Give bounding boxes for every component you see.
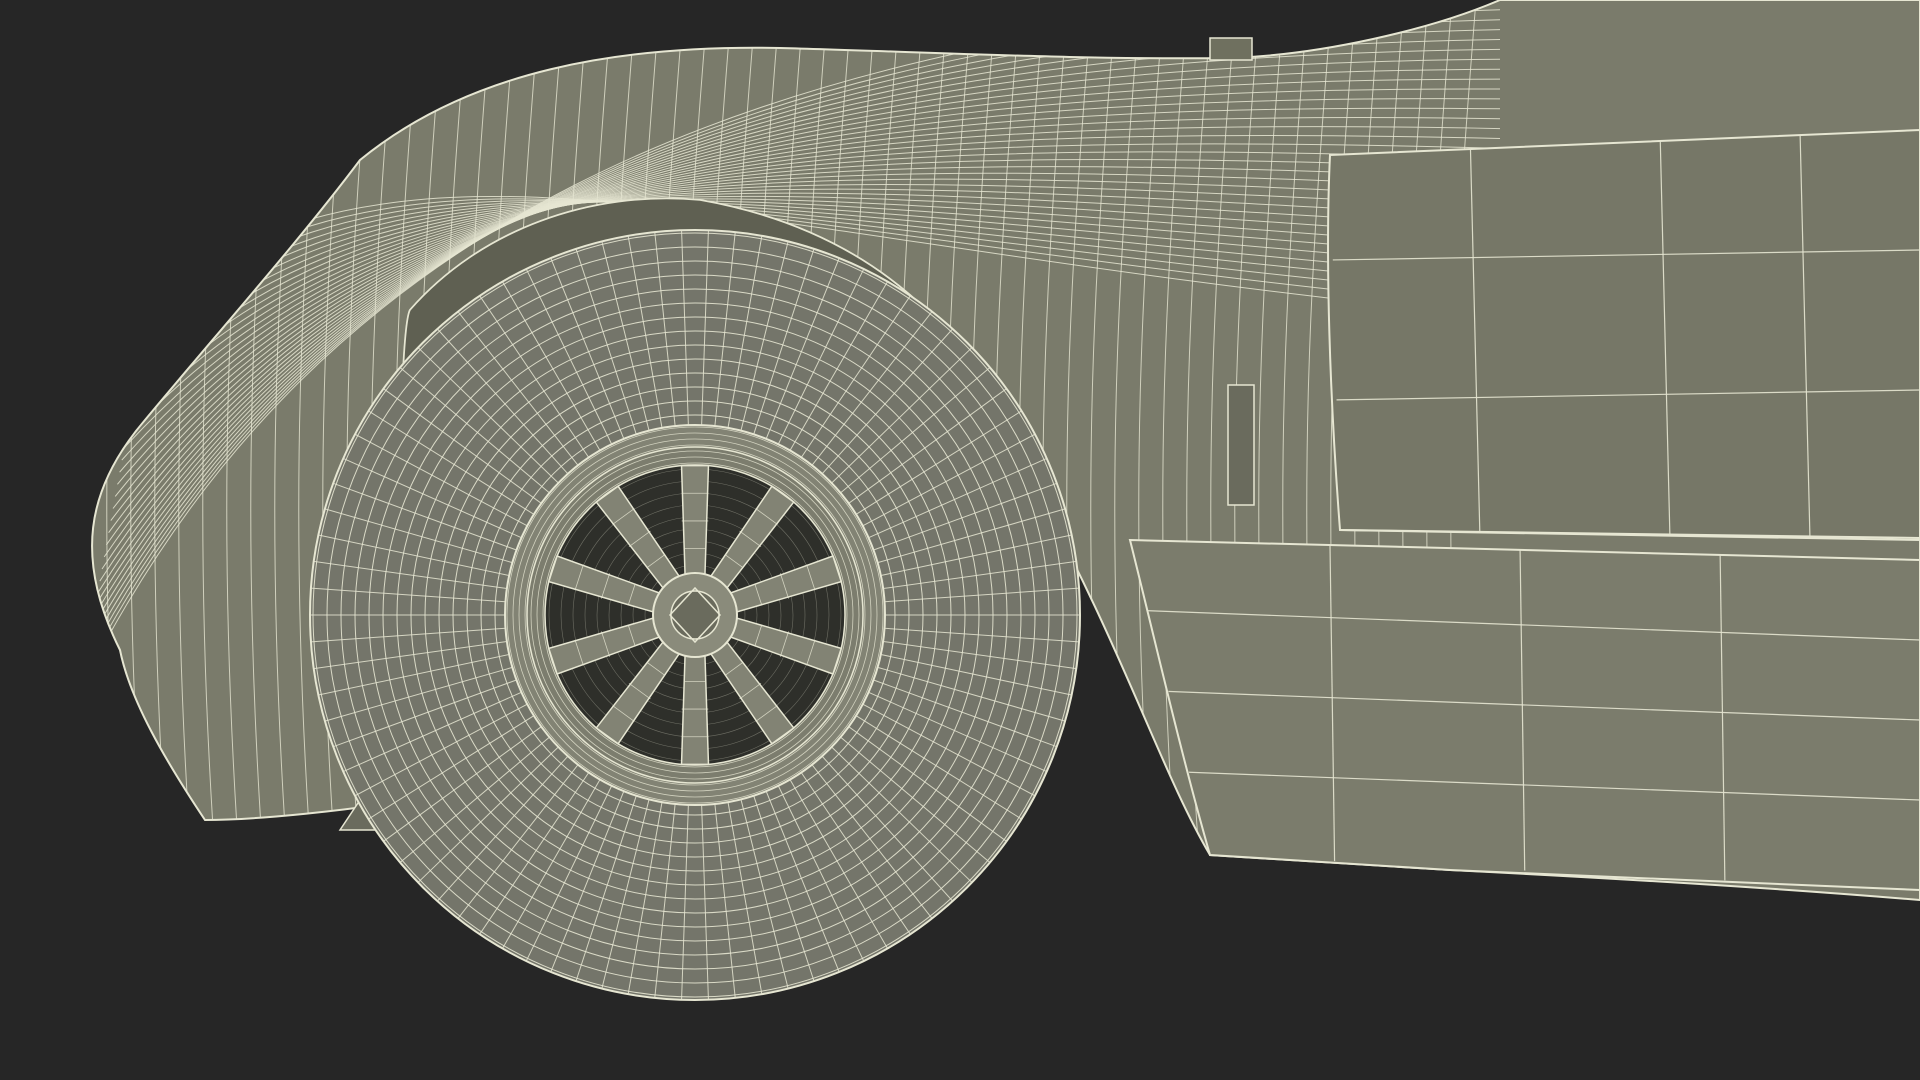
hub-cap [670,590,720,640]
front-wheel [309,229,1081,1001]
wireframe-render [0,0,1920,1080]
door-latch [1227,384,1255,506]
door-panel-upper [1327,128,1920,542]
hood-clip [1209,37,1253,61]
